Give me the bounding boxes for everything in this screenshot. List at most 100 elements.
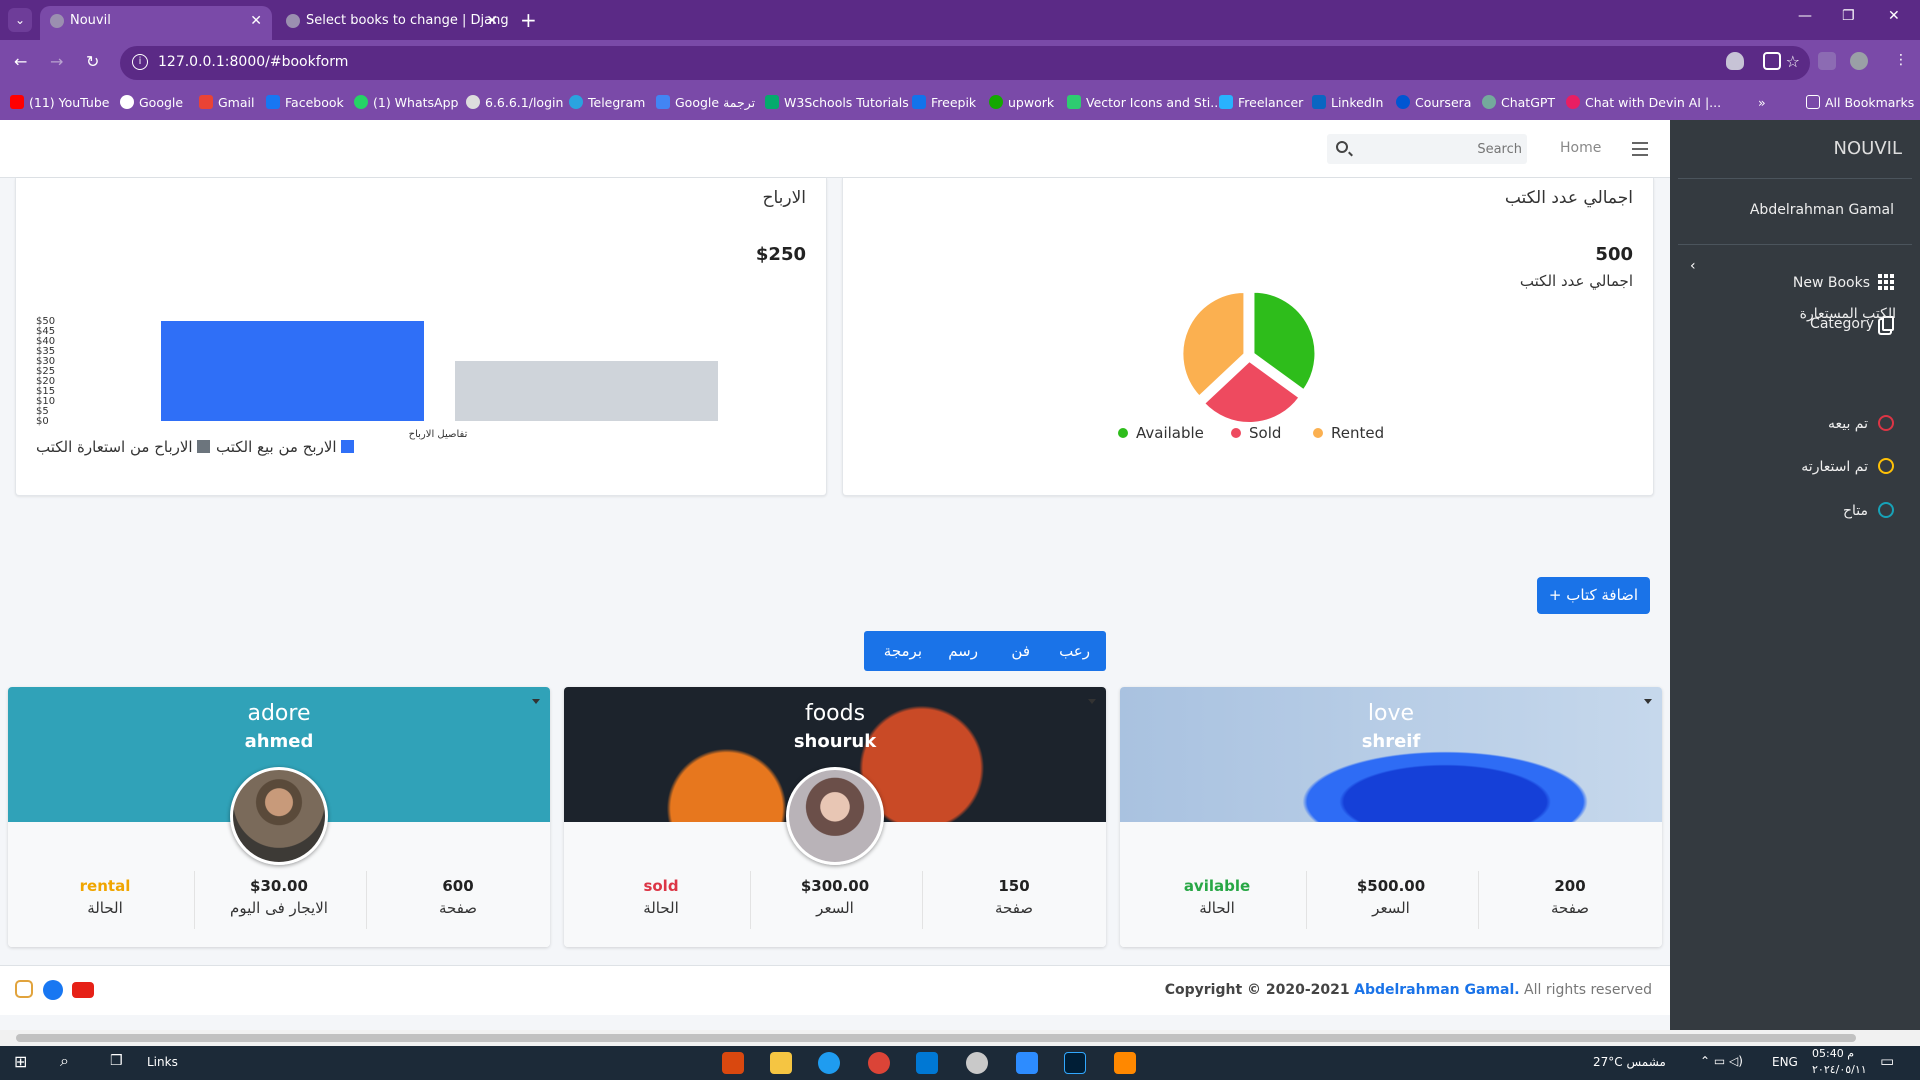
power-app-icon[interactable] [722, 1052, 744, 1074]
more-bookmarks-icon[interactable]: » [1758, 95, 1766, 110]
bookmark-upwork[interactable]: upwork [989, 95, 1054, 110]
download-icon[interactable] [1818, 52, 1836, 70]
horizontal-scrollbar[interactable] [0, 1030, 1920, 1046]
windows-start-icon[interactable]: ⊞ [14, 1052, 27, 1071]
bookmark-w3schools[interactable]: W3Schools Tutorials [765, 95, 909, 110]
bookmark-google[interactable]: Google [120, 95, 183, 110]
scrollbar-thumb[interactable] [16, 1034, 1856, 1042]
back-arrow-icon[interactable]: ← [14, 52, 27, 71]
profile-avatar-icon[interactable] [1850, 52, 1868, 70]
vscode-icon[interactable] [916, 1052, 938, 1074]
puzzle-extension-icon[interactable] [1763, 52, 1781, 70]
bookmark-freepik[interactable]: Freepik [912, 95, 976, 110]
tab-search-button[interactable]: ⌄ [8, 8, 32, 32]
dropdown-caret-icon[interactable] [1644, 699, 1652, 704]
language-indicator[interactable]: ENG [1772, 1055, 1798, 1069]
filter-drawing[interactable]: رسم [948, 631, 978, 671]
filter-programming[interactable]: برمجة [884, 631, 922, 671]
bookmark-vector-icons[interactable]: Vector Icons and Sti... [1067, 95, 1222, 110]
instagram-icon[interactable] [15, 980, 33, 998]
author-link[interactable]: Abdelrahman Gamal. [1354, 982, 1519, 998]
search-icon[interactable] [1336, 141, 1348, 153]
new-tab-button[interactable]: + [520, 6, 537, 34]
todo-icon[interactable] [1016, 1052, 1038, 1074]
bookmark-linkedin[interactable]: LinkedIn [1312, 95, 1383, 110]
book-card[interactable]: adore ahmed rental الحالة $30.00 الايجار ف… [8, 687, 550, 947]
paint-icon[interactable] [966, 1052, 988, 1074]
close-window-icon[interactable]: ✕ [1888, 8, 1900, 24]
omnibox[interactable]: i 127.0.0.1:8000/#bookform ☆ [120, 46, 1810, 80]
dropdown-caret-icon[interactable] [1088, 699, 1096, 704]
task-view-icon[interactable]: ❒ [110, 1053, 123, 1069]
freepik-icon [912, 95, 926, 109]
sidebar-status-available[interactable]: متاح [1843, 502, 1894, 519]
chevron-left-icon[interactable]: ‹ [1690, 258, 1696, 274]
notifications-icon[interactable]: ▭ [1880, 1052, 1894, 1070]
legend-rent-profit[interactable]: الارباح من استعارة الكتب [36, 438, 210, 456]
brand-logo[interactable]: NOUVIL [1834, 138, 1902, 159]
filter-horror[interactable]: رعب [1059, 631, 1090, 671]
close-tab-icon[interactable]: ✕ [250, 6, 262, 36]
book-title: love [1367, 701, 1415, 726]
legend-sale-profit[interactable]: الاربح من بيع الكتب [216, 438, 354, 456]
search-icon[interactable]: ⌕ [60, 1051, 69, 1071]
legend-sold[interactable]: Sold [1231, 424, 1281, 442]
bookmark-facebook[interactable]: Facebook [266, 95, 344, 110]
filter-art[interactable]: فن [1011, 631, 1030, 671]
bookmark-telegram[interactable]: Telegram [569, 95, 645, 110]
browser-tab[interactable]: Select books to change | Djang ✕ [276, 6, 508, 40]
search-input[interactable] [1357, 134, 1522, 164]
forward-arrow-icon[interactable]: → [50, 52, 63, 71]
system-tray-icons[interactable]: ⌃ ▭ ◁) [1700, 1054, 1743, 1068]
vlc-icon[interactable] [1114, 1052, 1136, 1074]
profit-bar-2[interactable] [455, 361, 718, 421]
search-box[interactable] [1327, 134, 1527, 164]
bookmark-freelancer[interactable]: Freelancer [1219, 95, 1303, 110]
bookmark-chatgpt[interactable]: ChatGPT [1482, 95, 1555, 110]
sidebar-status-borrowed[interactable]: تم استعارته [1801, 458, 1894, 475]
photoshop-icon[interactable] [1064, 1052, 1086, 1074]
book-pages-stat: 600 صفحة [438, 877, 478, 917]
book-card[interactable]: love shreif avilable الحالة $500.00 السعر … [1120, 687, 1662, 947]
shield-extension-icon[interactable] [1726, 52, 1744, 70]
close-tab-icon[interactable]: ✕ [486, 6, 498, 36]
divider [366, 871, 367, 929]
youtube-icon[interactable] [72, 982, 94, 998]
restore-icon[interactable]: ❐ [1842, 8, 1855, 24]
url-text[interactable]: 127.0.0.1:8000/#bookform [158, 54, 348, 70]
facebook-icon[interactable] [43, 980, 63, 1000]
site-info-icon[interactable]: i [132, 54, 148, 70]
add-book-button[interactable]: + اضافة كتاب [1537, 577, 1650, 614]
hamburger-menu-icon[interactable] [1632, 142, 1648, 160]
bookmark-devin[interactable]: Chat with Devin AI |... [1566, 95, 1721, 110]
weather-widget[interactable]: 27°C مشمس [1593, 1055, 1666, 1069]
profit-bar-1[interactable] [161, 321, 424, 421]
bookmark-gmail[interactable]: Gmail [199, 95, 254, 110]
clock-date[interactable]: ٢٠٢٤/٠٥/١١ [1812, 1063, 1867, 1076]
dropdown-caret-icon[interactable] [532, 699, 540, 704]
browser-tab-active[interactable]: Nouvil ✕ [40, 6, 272, 40]
minimize-icon[interactable]: — [1798, 8, 1812, 24]
bookmark-youtube[interactable]: (11) YouTube [10, 95, 109, 110]
book-card[interactable]: foods shouruk sold الحالة $300.00 السعر 15… [564, 687, 1106, 947]
sidebar-status-sold[interactable]: تم بيعه [1828, 415, 1894, 432]
bookmark-star-icon[interactable]: ☆ [1786, 52, 1800, 71]
clock-time[interactable]: 05:40 م [1812, 1047, 1854, 1060]
links-toolbar[interactable]: Links [147, 1055, 178, 1069]
freelancer-icon [1219, 95, 1233, 109]
legend-available[interactable]: Available [1118, 424, 1204, 442]
chrome-icon[interactable] [868, 1052, 890, 1074]
reload-icon[interactable]: ↻ [86, 52, 99, 71]
legend-rented[interactable]: Rented [1313, 424, 1384, 442]
file-explorer-icon[interactable] [770, 1052, 792, 1074]
bookmark-login[interactable]: 6.6.6.1/login [466, 95, 563, 110]
bookmark-whatsapp[interactable]: (1) WhatsApp [354, 95, 458, 110]
all-bookmarks-folder[interactable]: All Bookmarks [1806, 95, 1914, 110]
home-link[interactable]: Home [1560, 140, 1601, 156]
sidebar-item-new-books[interactable]: New Books [1793, 274, 1894, 291]
user-name[interactable]: Abdelrahman Gamal [1750, 202, 1894, 218]
edge-icon[interactable] [818, 1052, 840, 1074]
browser-menu-icon[interactable]: ⋮ [1892, 52, 1910, 70]
bookmark-coursera[interactable]: Coursera [1396, 95, 1471, 110]
bookmark-translate[interactable]: Google ترجمة [656, 95, 755, 110]
